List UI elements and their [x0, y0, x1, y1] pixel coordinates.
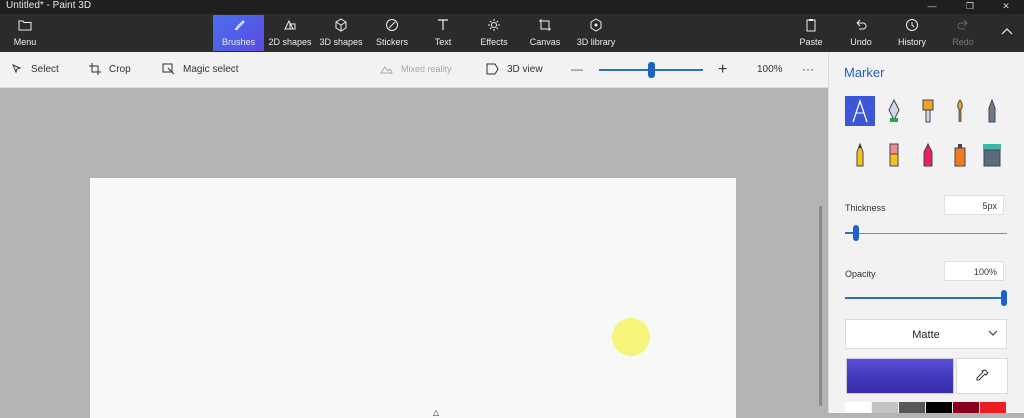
tab-2d-shapes[interactable]: 2D shapes: [266, 15, 314, 51]
watercolor-icon: [957, 99, 963, 122]
restore-button[interactable]: ❐: [958, 0, 982, 12]
current-color-swatch[interactable]: [846, 358, 954, 394]
zoom-in-button[interactable]: +: [718, 52, 727, 87]
palette-color-5[interactable]: [980, 402, 1006, 413]
calligraphy-pen-brush[interactable]: [879, 96, 909, 126]
history-button[interactable]: History: [895, 15, 929, 51]
fill-bucket-icon: [983, 144, 1001, 167]
2d-shapes-icon: [266, 18, 314, 36]
magic-select-icon: [162, 63, 175, 75]
redo-button[interactable]: Redo: [949, 15, 977, 51]
text-icon: [426, 18, 460, 36]
3d-shapes-icon: [318, 18, 364, 36]
crop-button[interactable]: Crop: [89, 52, 131, 87]
thickness-label: Thickness: [845, 203, 886, 213]
palette-color-2[interactable]: [899, 402, 925, 413]
paste-button[interactable]: Paste: [796, 15, 826, 51]
palette-color-4[interactable]: [953, 402, 979, 413]
3d-view-icon: [486, 63, 499, 75]
redo-icon: [949, 18, 977, 36]
eyedropper-icon: [976, 369, 989, 381]
finish-dropdown[interactable]: Matte: [845, 319, 1007, 349]
tab-text[interactable]: Text: [426, 15, 460, 51]
cursor-icon: [12, 63, 22, 74]
eraser-brush[interactable]: [879, 140, 909, 170]
oil-brush-icon: [922, 99, 934, 123]
ribbon: Menu Brushes 2D shapes 3D shapes Sticker…: [0, 14, 1024, 52]
stickers-icon: [371, 18, 413, 36]
opacity-input[interactable]: 100%: [944, 261, 1004, 281]
folder-icon: [6, 18, 44, 36]
brush-icon: [213, 18, 264, 36]
more-options-button[interactable]: ···: [802, 52, 814, 87]
window-title: Untitled* - Paint 3D: [6, 0, 92, 11]
calligraphy-pen-icon: [888, 98, 900, 122]
marker-brush[interactable]: [845, 96, 875, 126]
tab-stickers[interactable]: Stickers: [371, 15, 413, 51]
zoom-level[interactable]: 100%: [757, 52, 783, 87]
marker-icon: [852, 98, 868, 123]
zoom-slider-thumb[interactable]: [648, 62, 655, 78]
chevron-down-icon: [988, 320, 998, 350]
zoom-out-button[interactable]: —: [571, 52, 583, 87]
brush-panel: Marker Thickness 5px Opacity 100% Matte: [828, 52, 1024, 413]
opacity-slider-thumb[interactable]: [1001, 290, 1007, 306]
chevron-up-icon: [996, 25, 1018, 43]
thickness-slider-track[interactable]: [845, 233, 1007, 234]
undo-button[interactable]: Undo: [846, 15, 876, 51]
crayon-icon: [923, 142, 933, 167]
eyedropper-button[interactable]: [956, 358, 1008, 394]
3d-view-button[interactable]: 3D view: [486, 52, 543, 87]
collapse-ribbon-button[interactable]: [996, 15, 1018, 51]
fill-brush[interactable]: [977, 140, 1007, 170]
tab-brushes[interactable]: Brushes: [213, 15, 264, 51]
paste-icon: [796, 18, 826, 36]
pixel-pen-brush[interactable]: [977, 96, 1007, 126]
magic-select-button[interactable]: Magic select: [162, 52, 239, 87]
mouse-cursor-icon: △: [433, 408, 440, 417]
thickness-slider-fill: [845, 232, 853, 234]
thickness-slider-thumb[interactable]: [852, 225, 859, 241]
drawing-canvas[interactable]: [90, 178, 736, 418]
select-button[interactable]: Select: [12, 52, 59, 87]
canvas-icon: [526, 18, 564, 36]
pencil-brush[interactable]: [845, 140, 875, 170]
undo-icon: [846, 18, 876, 36]
secondary-toolbar: Select Crop Magic select Mixed reality 3…: [0, 52, 828, 88]
mixed-reality-icon: [380, 65, 393, 74]
3d-library-icon: [574, 18, 618, 36]
yellow-dot: [612, 318, 650, 356]
tab-canvas[interactable]: Canvas: [526, 15, 564, 51]
canvas-workspace[interactable]: △: [0, 88, 828, 418]
thickness-input[interactable]: 5px: [944, 195, 1004, 215]
tab-effects[interactable]: Effects: [476, 15, 512, 51]
panel-title: Marker: [844, 65, 885, 80]
crop-icon: [89, 63, 101, 76]
close-button[interactable]: ✕: [994, 0, 1018, 12]
pencil-icon: [856, 142, 864, 167]
minimize-button[interactable]: —: [920, 0, 944, 12]
watercolor-brush[interactable]: [945, 96, 975, 126]
palette-color-0[interactable]: [845, 402, 871, 413]
crayon-brush[interactable]: [913, 140, 943, 170]
menu-button[interactable]: Menu: [6, 15, 44, 51]
effects-icon: [476, 18, 512, 36]
tab-3d-shapes[interactable]: 3D shapes: [318, 15, 364, 51]
history-icon: [895, 18, 929, 36]
oil-brush[interactable]: [913, 96, 943, 126]
palette-color-1[interactable]: [872, 402, 898, 413]
spray-can-brush[interactable]: [945, 140, 975, 170]
palette-color-3[interactable]: [926, 402, 952, 413]
eraser-icon: [889, 143, 899, 167]
vertical-scrollbar[interactable]: [819, 206, 822, 406]
opacity-label: Opacity: [845, 269, 876, 279]
spray-can-icon: [954, 144, 966, 167]
opacity-slider-fill: [845, 297, 1004, 299]
pixel-pen-icon: [988, 98, 996, 123]
mixed-reality-button[interactable]: Mixed reality: [380, 52, 452, 87]
tab-3d-library[interactable]: 3D library: [574, 15, 618, 51]
title-bar: Untitled* - Paint 3D — ❐ ✕: [0, 0, 1024, 14]
